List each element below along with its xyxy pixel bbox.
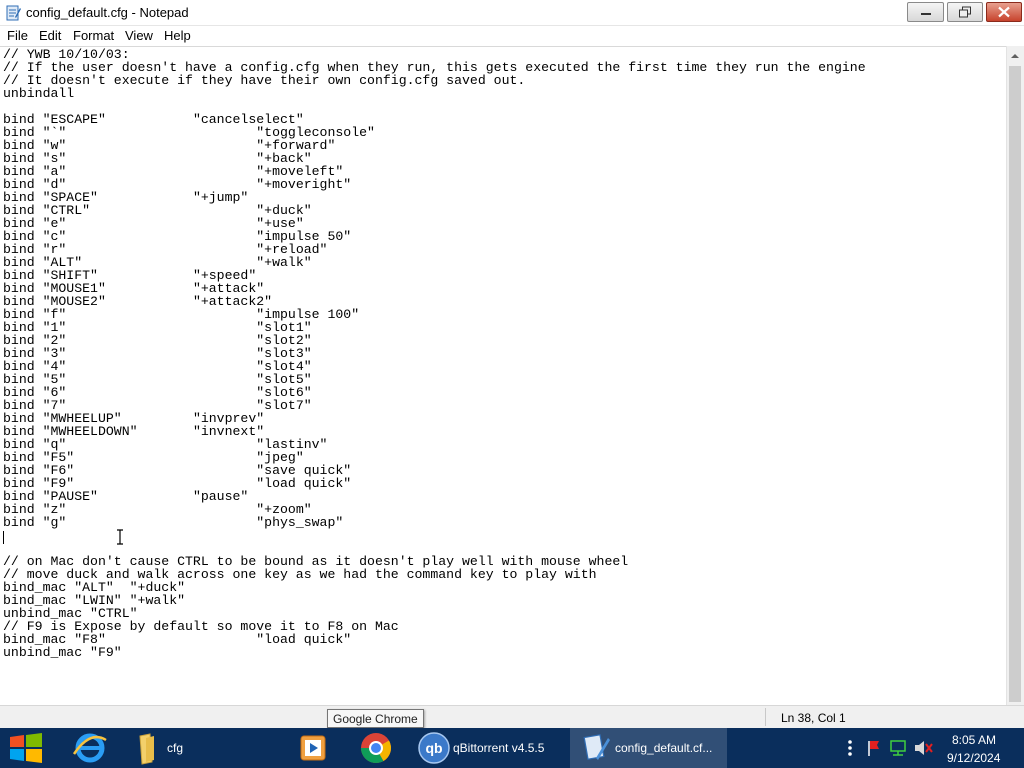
- notepad-window: config_default.cfg - Notepad File Edit F…: [0, 0, 1024, 728]
- restore-icon: [959, 6, 971, 18]
- media-player-button[interactable]: [285, 728, 341, 768]
- windows-logo-icon: [10, 733, 42, 763]
- status-bar: [0, 705, 1024, 728]
- cursor-position: Ln 38, Col 1: [781, 711, 846, 725]
- scrollbar-thumb[interactable]: [1009, 66, 1021, 702]
- clock-time[interactable]: 8:05 AM: [952, 733, 996, 747]
- notepad-taskbar-icon: [583, 734, 610, 760]
- action-center-tray[interactable]: [864, 728, 884, 768]
- taskbar-label-notepad: config_default.cf...: [615, 741, 713, 755]
- taskbar-qbittorrent[interactable]: qb qBittorrent v4.5.5: [410, 728, 565, 768]
- title-bar[interactable]: config_default.cfg - Notepad: [0, 0, 1024, 26]
- taskbar-label-cfg: cfg: [167, 741, 184, 755]
- chrome-button[interactable]: [348, 728, 404, 768]
- show-hidden-icons[interactable]: [840, 728, 860, 768]
- qbittorrent-icon: qb: [418, 732, 450, 764]
- taskbar-notepad[interactable]: config_default.cf...: [570, 728, 727, 768]
- text-editor[interactable]: // YWB 10/10/03: // If the user doesn't …: [0, 46, 1006, 705]
- taskbar-label-qbittorrent: qBittorrent v4.5.5: [453, 741, 545, 755]
- text-caret: [3, 531, 4, 544]
- internet-explorer-button[interactable]: [62, 728, 118, 768]
- window-title: config_default.cfg - Notepad: [26, 5, 189, 20]
- close-icon: [998, 6, 1010, 18]
- menu-file[interactable]: File: [7, 28, 28, 43]
- volume-tray[interactable]: [912, 728, 934, 768]
- menu-format[interactable]: Format: [73, 28, 114, 43]
- start-button[interactable]: [0, 728, 56, 768]
- restore-button[interactable]: [947, 2, 983, 22]
- taskbar-file-explorer-cfg[interactable]: cfg: [122, 728, 262, 768]
- folder-icon: [139, 733, 154, 765]
- close-button[interactable]: [986, 2, 1022, 22]
- minimize-icon: [920, 13, 931, 15]
- flag-icon: [868, 741, 879, 756]
- menu-view[interactable]: View: [125, 28, 153, 43]
- internet-explorer-icon: [72, 733, 107, 763]
- svg-text:qb: qb: [425, 740, 442, 756]
- overflow-dots-icon: [848, 740, 852, 756]
- media-player-icon: [300, 735, 326, 761]
- clock-date[interactable]: 9/12/2024: [947, 751, 1000, 765]
- network-tray[interactable]: [888, 728, 908, 768]
- network-icon: [890, 740, 906, 756]
- scroll-up-arrow-icon[interactable]: [1007, 48, 1023, 64]
- taskbar-tooltip: Google Chrome: [327, 709, 424, 728]
- minimize-button[interactable]: [907, 2, 944, 22]
- chrome-icon: [361, 733, 392, 764]
- status-separator: [765, 708, 766, 726]
- volume-muted-icon: [915, 741, 933, 755]
- notepad-icon: [6, 5, 21, 21]
- menu-bar: File Edit Format View Help: [0, 26, 1024, 46]
- ibeam-cursor-icon: [117, 529, 123, 545]
- menu-edit[interactable]: Edit: [39, 28, 61, 43]
- menu-help[interactable]: Help: [164, 28, 191, 43]
- editor-content[interactable]: // YWB 10/10/03: // If the user doesn't …: [3, 48, 866, 659]
